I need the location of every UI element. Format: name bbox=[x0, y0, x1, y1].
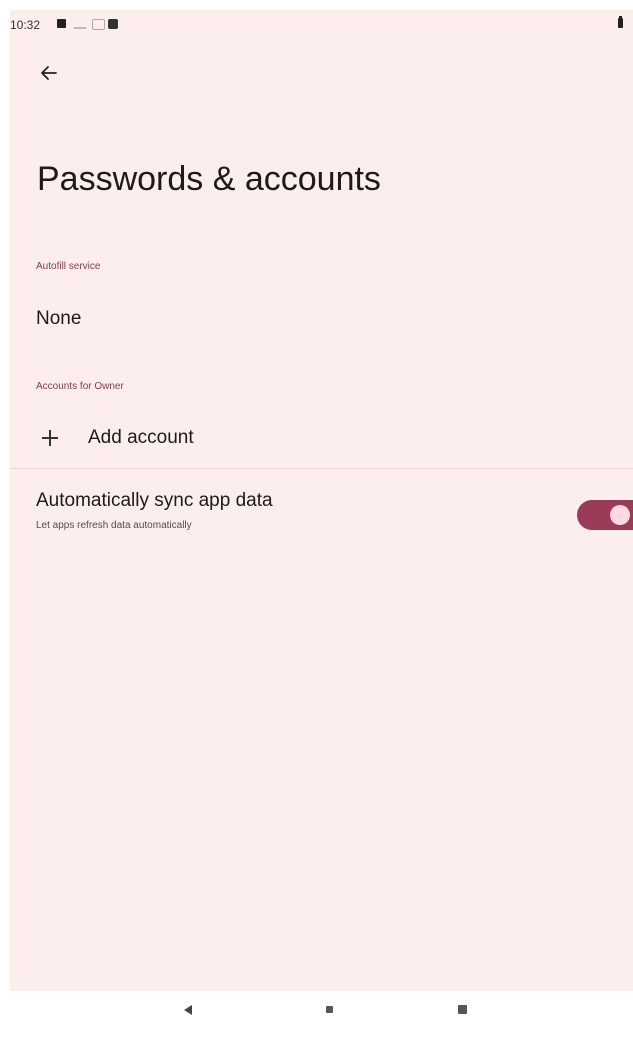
toggle-thumb bbox=[610, 505, 630, 525]
back-triangle-icon[interactable] bbox=[184, 1005, 192, 1015]
battery-icon bbox=[618, 16, 623, 28]
navigation-bar bbox=[10, 991, 633, 1037]
settings-icon bbox=[108, 19, 118, 29]
auto-sync-summary: Let apps refresh data automatically bbox=[36, 520, 192, 531]
sim-icon bbox=[92, 19, 105, 30]
page-title: Passwords & accounts bbox=[37, 160, 381, 198]
arrow-left-icon bbox=[41, 66, 57, 80]
status-time: 10:32 bbox=[10, 18, 41, 32]
plus-icon bbox=[40, 428, 60, 448]
add-account-label: Add account bbox=[88, 427, 194, 448]
home-icon[interactable] bbox=[326, 1006, 333, 1013]
back-button[interactable] bbox=[32, 56, 66, 90]
notification-icon bbox=[57, 19, 66, 28]
auto-sync-title: Automatically sync app data bbox=[36, 490, 273, 511]
auto-sync-toggle[interactable] bbox=[577, 500, 633, 530]
wifi-icon bbox=[74, 19, 86, 29]
divider bbox=[10, 468, 633, 469]
settings-screen: 10:32 Passwords & accounts Autofill serv… bbox=[10, 10, 633, 1037]
auto-sync-preference[interactable]: Automatically sync app data Let apps ref… bbox=[10, 478, 633, 546]
autofill-section-header: Autofill service bbox=[36, 261, 101, 272]
add-account-button[interactable]: Add account bbox=[10, 410, 633, 468]
recents-icon[interactable] bbox=[458, 1005, 467, 1014]
autofill-service-preference[interactable]: None bbox=[10, 294, 633, 350]
accounts-section-header: Accounts for Owner bbox=[36, 381, 124, 392]
autofill-service-value: None bbox=[36, 308, 82, 329]
status-bar: 10:32 bbox=[10, 10, 633, 40]
